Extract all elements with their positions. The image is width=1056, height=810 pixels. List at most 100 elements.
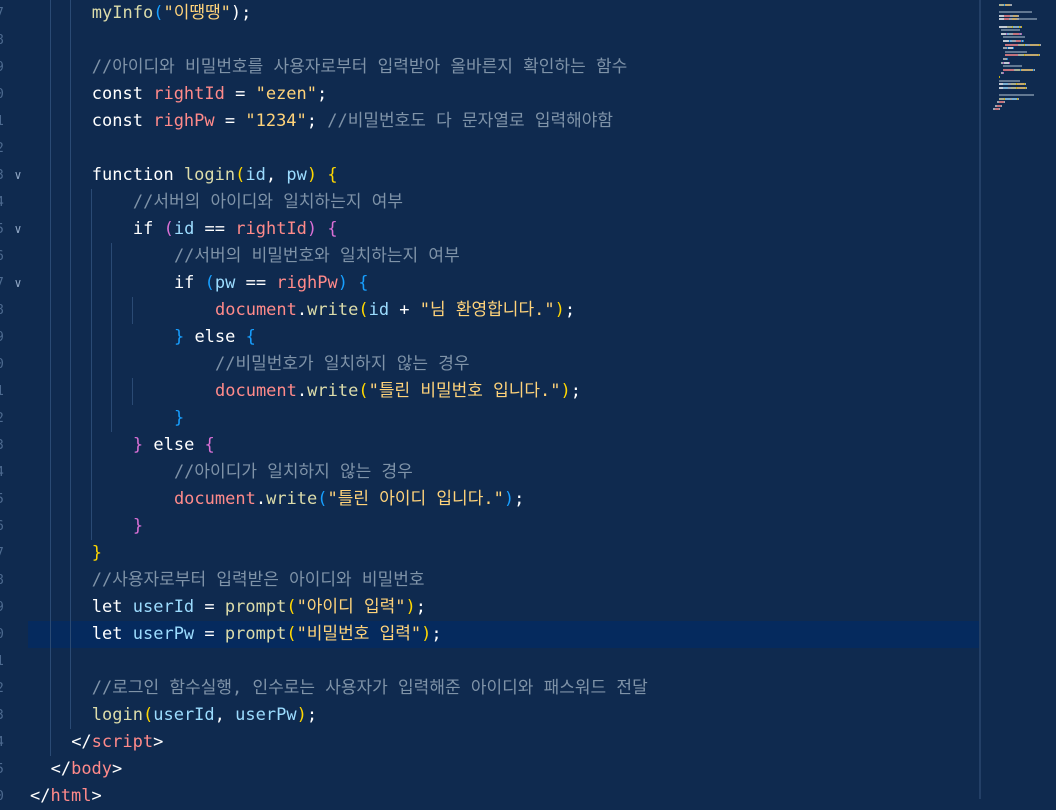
code-line[interactable]: //서버의 비밀번호와 일치하는지 여부	[28, 243, 979, 270]
code-token: "틀린 비밀번호 입니다."	[368, 381, 561, 401]
code-token: document	[133, 489, 256, 509]
code-token: =	[214, 111, 246, 131]
code-line[interactable]: </html>	[28, 783, 979, 810]
minimap-token	[1021, 68, 1033, 71]
code-line[interactable]: //서버의 아이디와 일치하는지 여부	[28, 189, 979, 216]
line-number: 9	[0, 324, 6, 351]
code-token: }	[173, 408, 185, 428]
code-token: if	[112, 219, 164, 239]
code-line[interactable]	[28, 648, 979, 675]
code-line[interactable]: }	[28, 405, 979, 432]
code-token: script	[91, 732, 154, 752]
code-token: const	[91, 111, 154, 131]
code-line[interactable]: document.write("틀린 비밀번호 입니다.");	[28, 378, 979, 405]
code-line[interactable]: if (pw == righPw) {	[28, 270, 979, 297]
code-line[interactable]: //비밀번호가 일치하지 않는 경우	[28, 351, 979, 378]
code-token: "이땡땡"	[163, 3, 231, 23]
minimap-token	[1005, 50, 1027, 53]
code-token: (	[317, 489, 328, 509]
code-line[interactable]: //로그인 함수실행, 인수로는 사용자가 입력해준 아이디와 패스워드 전달	[28, 675, 979, 702]
code-line[interactable]: login(userId, userPw);	[28, 702, 979, 729]
code-line[interactable]: </body>	[28, 756, 979, 783]
code-token: )	[337, 273, 349, 293]
minimap-token	[999, 11, 1032, 14]
code-line[interactable]: //아이디와 비밀번호를 사용자로부터 입력받아 올바른지 확인하는 함수	[28, 54, 979, 81]
code-token: id	[368, 300, 390, 320]
line-number: 1	[0, 108, 6, 135]
line-number: 7	[0, 0, 6, 27]
code-token: "아이디 입력"	[296, 597, 406, 617]
code-token: rightId	[153, 84, 225, 104]
code-token: //서버의 비밀번호와 일치하는지 여부	[133, 246, 460, 266]
line-number: 7	[0, 540, 6, 567]
fold-chevron-icon[interactable]: ∨	[11, 162, 25, 189]
code-token: write	[307, 381, 359, 401]
fold-chevron-icon[interactable]: ∨	[11, 270, 25, 297]
code-token: login	[91, 705, 143, 725]
code-line[interactable]: //아이디가 일치하지 않는 경우	[28, 459, 979, 486]
minimap-token	[999, 25, 1007, 28]
line-number: 5	[0, 756, 6, 783]
code-token: )	[503, 489, 515, 509]
code-token: write	[307, 300, 359, 320]
code-line[interactable]: document.write("틀린 아이디 입니다.");	[28, 486, 979, 513]
code-line[interactable]: } else {	[28, 432, 979, 459]
code-token: .	[296, 381, 308, 401]
code-line[interactable]: let userPw = prompt("비밀번호 입력");	[28, 621, 979, 648]
code-line[interactable]: }	[28, 513, 979, 540]
minimap-token	[1007, 58, 1008, 60]
indent-guide	[49, 0, 51, 756]
code-token: =	[194, 597, 225, 617]
code-token: prompt	[224, 624, 287, 644]
code-token: prompt	[224, 597, 287, 617]
code-line[interactable]: function login(id, pw) {	[28, 162, 979, 189]
code-token: body	[71, 759, 113, 779]
code-token: ;	[514, 489, 525, 509]
minimap-token	[1005, 43, 1018, 46]
code-line[interactable]: const rightId = "ezen";	[28, 81, 979, 108]
code-token: )	[560, 381, 571, 401]
code-line[interactable]: } else {	[28, 324, 979, 351]
code-token: write	[266, 489, 318, 509]
minimap-token	[1017, 86, 1025, 89]
code-token: >	[153, 732, 164, 752]
minimap-token	[999, 79, 1020, 82]
code-line[interactable]: }	[28, 540, 979, 567]
line-number-gutter: 789012345678901234567890123450∨∨∨	[0, 0, 28, 804]
code-line[interactable]: document.write(id + "님 환영합니다.");	[28, 297, 979, 324]
minimap-token	[1025, 83, 1026, 86]
code-token: {	[358, 273, 369, 293]
minimap-token	[1040, 43, 1041, 46]
indent-guide	[70, 0, 72, 729]
minimap[interactable]	[981, 0, 1056, 799]
code-token: )	[306, 165, 318, 185]
minimap-token	[1009, 61, 1010, 64]
minimap-token	[1004, 101, 1005, 104]
code-line[interactable]	[28, 135, 979, 162]
fold-chevron-icon[interactable]: ∨	[11, 216, 25, 243]
code-line[interactable]	[28, 27, 979, 54]
code-line[interactable]: let userId = prompt("아이디 입력");	[28, 594, 979, 621]
code-line[interactable]: if (id == rightId) {	[28, 216, 979, 243]
code-line[interactable]: //사용자로부터 입력받은 아이디와 비밀번호	[28, 567, 979, 594]
code-token: (	[286, 624, 297, 644]
code-token: //사용자로부터 입력받은 아이디와 비밀번호	[91, 570, 425, 590]
code-token: }	[91, 543, 103, 563]
line-number: 5	[0, 216, 6, 243]
code-token: id	[173, 219, 195, 239]
code-token: ==	[235, 273, 277, 293]
minimap-token	[1034, 68, 1035, 71]
code-token: {	[327, 219, 338, 239]
code-token: ==	[194, 219, 236, 239]
code-token: </	[71, 732, 92, 752]
code-token: "님 환영합니다."	[419, 300, 555, 320]
code-token: function	[91, 165, 184, 185]
line-number: 9	[0, 54, 6, 81]
code-token: }	[132, 435, 144, 455]
code-line[interactable]: myInfo("이땡땡");	[28, 0, 979, 27]
code-editor[interactable]: myInfo("이땡땡"); //아이디와 비밀번호를 사용자로부터 입력받아 올…	[28, 0, 979, 806]
code-line[interactable]: const righPw = "1234"; //비밀번호도 다 문자열로 입력…	[28, 108, 979, 135]
code-line[interactable]: </script>	[28, 729, 979, 756]
